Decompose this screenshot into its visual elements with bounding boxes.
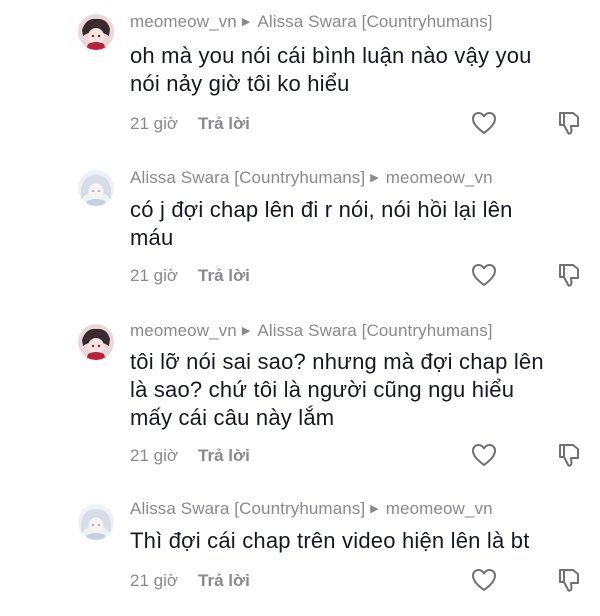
comment-line: có j đợi chap lên đi r nói, nói hồi lại … <box>130 197 513 222</box>
comment-line: là sao? chứ tôi là người cũng ngu hiểu <box>130 377 515 402</box>
comment-header: Alissa Swara [Countryhumans] ▶ meomeow_vn <box>130 499 493 519</box>
comment-header: meomeow_vn ▶ Alissa Swara [Countryhumans] <box>130 321 493 341</box>
comment-meta: 21 giờ Trả lời <box>130 266 250 286</box>
like-icon[interactable] <box>470 109 498 137</box>
dislike-icon[interactable] <box>555 261 583 289</box>
reply-arrow-icon: ▶ <box>241 16 251 28</box>
comment-text: Thì đợi cái chap trên video hiện lên là … <box>130 527 580 555</box>
avatar[interactable] <box>78 324 114 360</box>
comment-line: Thì đợi cái chap trên video hiện lên là … <box>130 528 530 553</box>
author-name[interactable]: Alissa Swara [Countryhumans] <box>130 499 365 518</box>
comment-line: nói nảy giờ tôi ko hiểu <box>130 71 350 96</box>
dislike-icon[interactable] <box>555 566 583 594</box>
timestamp: 21 giờ <box>130 446 179 465</box>
reply-button[interactable]: Trả lời <box>198 114 250 133</box>
author-name[interactable]: meomeow_vn <box>130 321 237 340</box>
reply-button[interactable]: Trả lời <box>198 266 250 285</box>
reply-to-name[interactable]: Alissa Swara [Countryhumans] <box>257 321 492 340</box>
avatar[interactable] <box>78 14 114 50</box>
reply-arrow-icon: ▶ <box>370 172 379 184</box>
reply-to-name[interactable]: meomeow_vn <box>386 168 493 187</box>
comment-line: máu <box>130 225 174 250</box>
comment-text: có j đợi chap lên đi r nói, nói hồi lại … <box>130 196 580 252</box>
reply-button[interactable]: Trả lời <box>198 446 250 465</box>
reply-to-name[interactable]: meomeow_vn <box>386 499 493 518</box>
comment-meta: 21 giờ Trả lời <box>130 114 250 134</box>
timestamp: 21 giờ <box>130 266 179 285</box>
comment-meta: 21 giờ Trả lời <box>130 571 250 591</box>
timestamp: 21 giờ <box>130 571 179 590</box>
dislike-icon[interactable] <box>555 109 583 137</box>
comment-header: meomeow_vn ▶ Alissa Swara [Countryhumans] <box>130 12 493 32</box>
author-name[interactable]: meomeow_vn <box>130 12 237 31</box>
avatar[interactable] <box>78 170 114 206</box>
comment-text: oh mà you nói cái bình luận nào vậy you … <box>130 42 580 98</box>
like-icon[interactable] <box>470 566 498 594</box>
comment-line: mấy cái câu này lắm <box>130 405 335 430</box>
timestamp: 21 giờ <box>130 114 179 133</box>
comment-header: Alissa Swara [Countryhumans] ▶ meomeow_vn <box>130 168 493 188</box>
comment-text: tôi lỡ nói sai sao? nhưng mà đợi chap lê… <box>130 348 580 432</box>
dislike-icon[interactable] <box>555 441 583 469</box>
comment-line: tôi lỡ nói sai sao? nhưng mà đợi chap lê… <box>130 349 544 374</box>
reply-to-name[interactable]: Alissa Swara [Countryhumans] <box>257 12 492 31</box>
author-name[interactable]: Alissa Swara [Countryhumans] <box>130 168 365 187</box>
reply-arrow-icon: ▶ <box>370 503 379 515</box>
like-icon[interactable] <box>470 261 498 289</box>
reply-button[interactable]: Trả lời <box>198 571 250 590</box>
like-icon[interactable] <box>470 441 498 469</box>
comment-line: oh mà you nói cái bình luận nào vậy you <box>130 43 532 68</box>
avatar[interactable] <box>78 504 114 540</box>
comment-meta: 21 giờ Trả lời <box>130 446 250 466</box>
reply-arrow-icon: ▶ <box>241 325 251 337</box>
